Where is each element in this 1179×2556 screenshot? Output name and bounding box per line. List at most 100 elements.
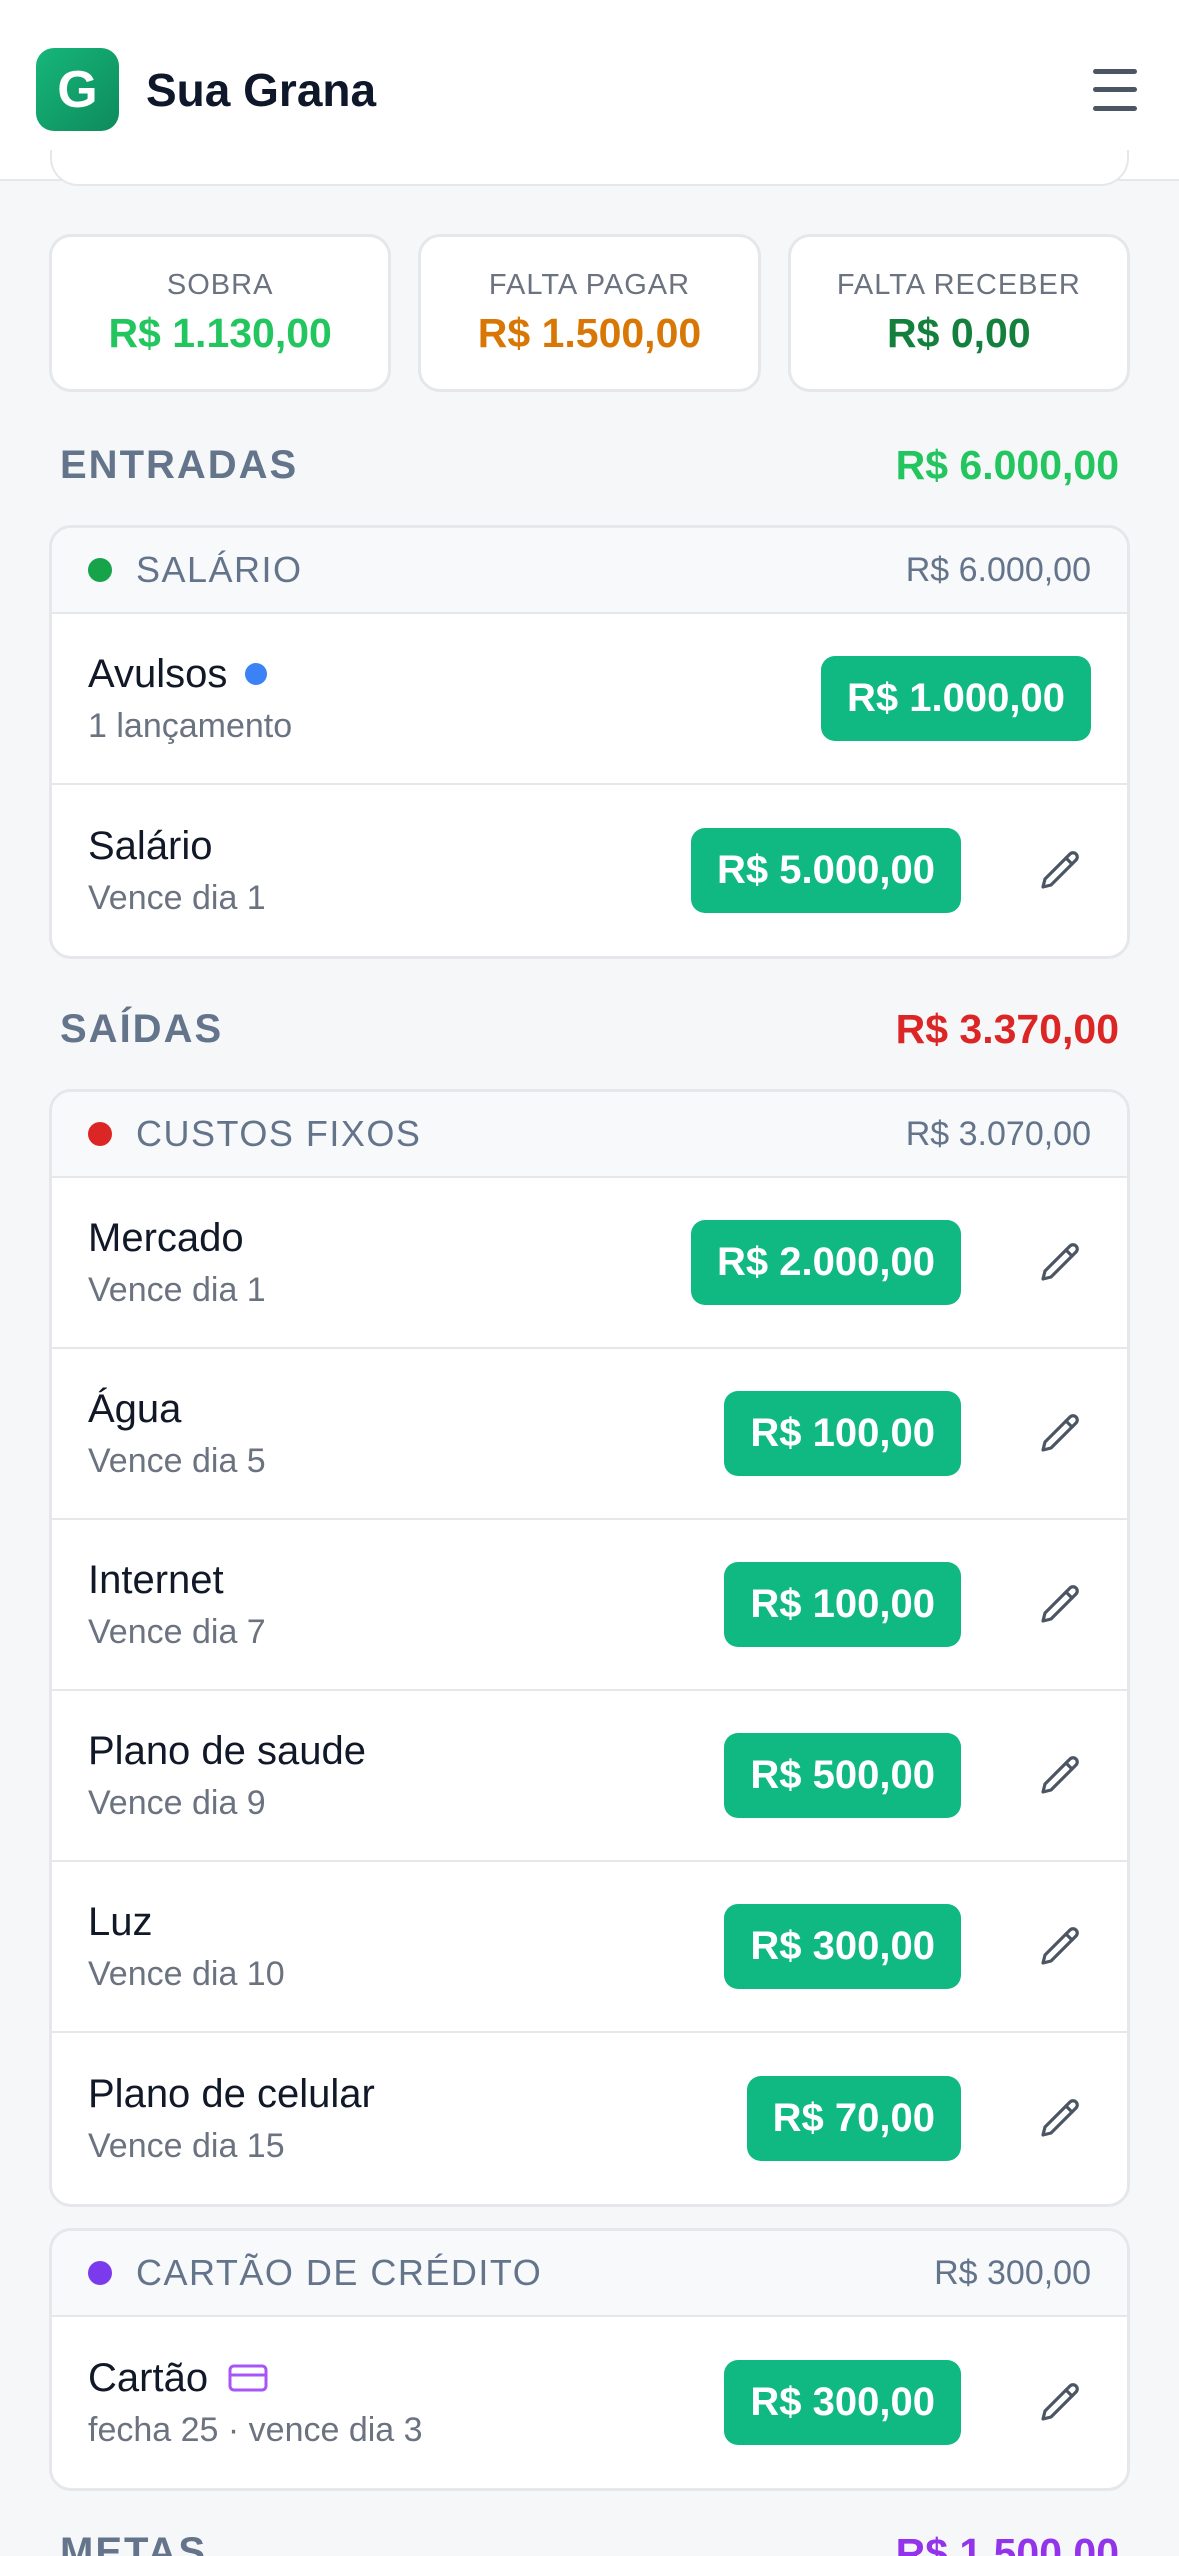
item-title-wrap: Cartão <box>88 2356 423 2401</box>
item-title: Cartão <box>88 2355 209 2400</box>
group-cartao-de-credito: CARTÃO DE CRÉDITO R$ 300,00 Cartão fecha… <box>49 2228 1130 2491</box>
edit-button[interactable] <box>1031 1917 1091 1977</box>
credit-card-icon <box>228 2363 268 2393</box>
edit-button[interactable] <box>1031 2373 1091 2433</box>
item-text: Avulsos 1 lançamento <box>88 652 292 746</box>
item-title-wrap: Avulsos <box>88 652 292 697</box>
item-text: Plano de saude Vence dia 9 <box>88 1729 366 1823</box>
hamburger-line <box>1093 105 1137 111</box>
item-title: Avulsos <box>88 651 228 696</box>
category-dot <box>88 558 112 582</box>
item-subtitle: Vence dia 9 <box>88 1783 266 1822</box>
list-item[interactable]: Luz Vence dia 10 R$ 300,00 <box>52 1862 1127 2033</box>
group-header[interactable]: CUSTOS FIXOS R$ 3.070,00 <box>52 1092 1127 1178</box>
item-title: Salário <box>88 823 213 868</box>
section-total: R$ 1.500,00 <box>895 2530 1119 2556</box>
list-item[interactable]: Plano de celular Vence dia 15 R$ 70,00 <box>52 2033 1127 2204</box>
edit-button[interactable] <box>1031 2089 1091 2149</box>
previous-card-edge <box>50 150 1129 186</box>
group-header[interactable]: SALÁRIO R$ 6.000,00 <box>52 528 1127 614</box>
pencil-icon <box>1041 850 1079 889</box>
item-subtitle: Vence dia 1 <box>88 1270 266 1309</box>
amount-badge[interactable]: R$ 300,00 <box>724 1904 961 1989</box>
summary-value: R$ 1.500,00 <box>477 310 702 356</box>
app-logo: G <box>36 48 119 131</box>
summary-label: SOBRA <box>166 269 274 301</box>
indicator-dot <box>245 663 268 685</box>
list-item[interactable]: Mercado Vence dia 1 R$ 2.000,00 <box>52 1178 1127 1349</box>
summary-card-sobra: SOBRA R$ 1.130,00 <box>49 234 392 392</box>
pencil-icon <box>1041 1584 1079 1623</box>
section-title: METAS <box>60 2530 208 2556</box>
amount-badge[interactable]: R$ 5.000,00 <box>691 828 961 913</box>
hamburger-line <box>1093 87 1137 92</box>
item-subtitle: Vence dia 10 <box>88 1954 285 1993</box>
summary-cards: SOBRA R$ 1.130,00 FALTA PAGAR R$ 1.500,0… <box>49 234 1130 392</box>
edit-button[interactable] <box>1031 1575 1091 1635</box>
group-header[interactable]: CARTÃO DE CRÉDITO R$ 300,00 <box>52 2231 1127 2317</box>
group-total: R$ 3.070,00 <box>905 1114 1091 1153</box>
item-text: Mercado Vence dia 1 <box>88 1216 266 1310</box>
section-total: R$ 6.000,00 <box>895 442 1119 488</box>
item-subtitle: Vence dia 5 <box>88 1441 266 1480</box>
list-item[interactable]: Avulsos 1 lançamento R$ 1.000,00 <box>52 614 1127 785</box>
app-title: Sua Grana <box>146 63 377 116</box>
item-title: Água <box>88 1386 182 1431</box>
section-header-saidas: SAÍDAS R$ 3.370,00 <box>60 1006 1119 1053</box>
item-subtitle: Vence dia 1 <box>88 878 266 917</box>
group-name: CUSTOS FIXOS <box>136 1113 422 1154</box>
item-text: Salário Vence dia 1 <box>88 824 266 918</box>
list-item[interactable]: Internet Vence dia 7 R$ 100,00 <box>52 1520 1127 1691</box>
summary-value: R$ 1.130,00 <box>108 310 332 356</box>
item-text: Internet Vence dia 7 <box>88 1558 266 1652</box>
summary-label: FALTA PAGAR <box>488 269 691 301</box>
list-item[interactable]: Cartão fecha 25 · vence dia 3 R$ 300,00 <box>52 2317 1127 2488</box>
section-total: R$ 3.370,00 <box>895 1006 1119 1052</box>
pencil-icon <box>1041 1926 1079 1965</box>
item-text: Água Vence dia 5 <box>88 1387 266 1481</box>
edit-button[interactable] <box>1031 1404 1091 1464</box>
section-title: SAÍDAS <box>60 1007 224 1051</box>
pencil-icon <box>1041 2382 1079 2421</box>
summary-value: R$ 0,00 <box>887 310 1031 356</box>
pencil-icon <box>1041 1413 1079 1452</box>
item-title: Plano de saude <box>88 1728 367 1773</box>
item-title: Internet <box>88 1557 224 1602</box>
amount-badge[interactable]: R$ 2.000,00 <box>691 1220 961 1305</box>
category-dot <box>88 1122 112 1146</box>
amount-badge[interactable]: R$ 1.000,00 <box>821 656 1091 741</box>
list-item[interactable]: Plano de saude Vence dia 9 R$ 500,00 <box>52 1691 1127 1862</box>
list-item[interactable]: Água Vence dia 5 R$ 100,00 <box>52 1349 1127 1520</box>
item-subtitle: Vence dia 7 <box>88 1612 266 1651</box>
group-total: R$ 6.000,00 <box>905 550 1091 589</box>
item-title: Mercado <box>88 1215 244 1260</box>
summary-card-falta-receber: FALTA RECEBER R$ 0,00 <box>787 234 1130 392</box>
amount-badge[interactable]: R$ 300,00 <box>724 2360 961 2445</box>
group-total: R$ 300,00 <box>934 2253 1091 2292</box>
pencil-icon <box>1041 1755 1079 1794</box>
pencil-icon <box>1041 1242 1079 1281</box>
group-name: CARTÃO DE CRÉDITO <box>136 2252 543 2293</box>
item-title: Luz <box>88 1899 153 1944</box>
item-text: Plano de celular Vence dia 15 <box>88 2072 375 2166</box>
edit-button[interactable] <box>1031 1746 1091 1806</box>
item-subtitle: 1 lançamento <box>88 706 293 745</box>
list-item[interactable]: Salário Vence dia 1 R$ 5.000,00 <box>52 785 1127 956</box>
hamburger-menu-icon <box>1093 68 1137 74</box>
menu-button[interactable] <box>1087 66 1143 114</box>
group-salario: SALÁRIO R$ 6.000,00 Avulsos 1 lançamento… <box>49 525 1130 959</box>
item-text: Cartão fecha 25 · vence dia 3 <box>88 2356 423 2450</box>
summary-card-falta-pagar: FALTA PAGAR R$ 1.500,00 <box>418 234 761 392</box>
edit-button[interactable] <box>1031 841 1091 901</box>
edit-button[interactable] <box>1031 1233 1091 1293</box>
amount-badge[interactable]: R$ 100,00 <box>724 1391 961 1476</box>
amount-badge[interactable]: R$ 70,00 <box>746 2076 961 2161</box>
amount-badge[interactable]: R$ 100,00 <box>724 1562 961 1647</box>
group-name: SALÁRIO <box>136 549 303 590</box>
amount-badge[interactable]: R$ 500,00 <box>724 1733 961 1818</box>
summary-label: FALTA RECEBER <box>836 269 1081 301</box>
group-custos-fixos: CUSTOS FIXOS R$ 3.070,00 Mercado Vence d… <box>49 1089 1130 2207</box>
item-title: Plano de celular <box>88 2071 375 2116</box>
section-header-entradas: ENTRADAS R$ 6.000,00 <box>60 442 1119 489</box>
section-header-metas: METAS R$ 1.500,00 <box>60 2530 1119 2556</box>
